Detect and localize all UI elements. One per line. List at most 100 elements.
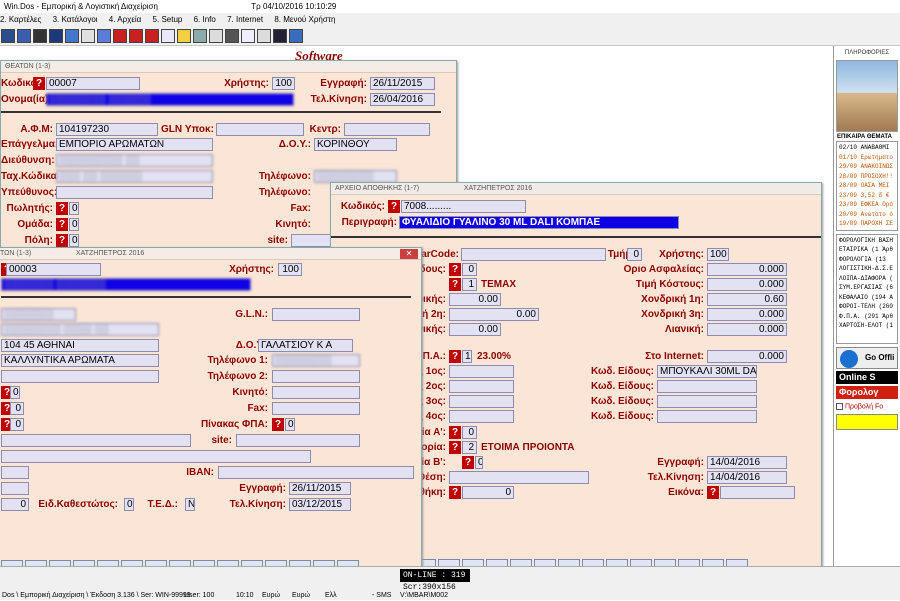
news-item[interactable]: 02/10 ΑΝΑΒΑΘΜΙ [839,143,895,153]
phone1-field[interactable]: ▒▒▒▒▒▒▒▒ [272,354,360,367]
checkbox[interactable] [836,402,843,410]
list-icon[interactable] [97,29,111,43]
warehouse-field[interactable]: 0 [462,486,514,499]
site-field[interactable] [291,234,331,247]
legal-item[interactable]: ΦΟΡΟΛΟΓΙΚΗ ΒΑΣΗ [839,236,895,246]
cost-field[interactable]: 0.000 [707,278,787,291]
category-a-field[interactable]: 0 [462,426,477,439]
seller-lookup-button[interactable]: ? [56,202,68,215]
address-field[interactable]: ▒▒▒▒▒▒▒▒▒ ▒▒ [56,154,213,167]
image-field[interactable] [720,486,795,499]
extra2-field[interactable] [1,482,29,495]
item-code3-field[interactable] [657,395,757,408]
extra-field[interactable] [1,466,29,479]
legal-item[interactable]: ΕΤΑΙΡΙΚΑ (1 Άρθ [839,245,895,255]
unit-code-field[interactable]: 1 [462,278,477,291]
barcode-field[interactable] [461,248,606,261]
item-code2-field[interactable] [657,380,757,393]
dollar2-icon[interactable] [129,29,143,43]
category-b-field[interactable]: 0 [475,456,483,469]
news-item[interactable]: 01/10 Ερωτηματο [839,153,895,163]
image-icon[interactable] [257,29,271,43]
warehouse-lookup[interactable]: ? [449,486,461,499]
site-field[interactable] [236,434,360,447]
doc-icon[interactable] [49,29,63,43]
vat-lookup[interactable]: ? [449,350,461,363]
yellow-field[interactable] [836,413,898,430]
calendar-icon[interactable] [225,29,239,43]
wholesale-field[interactable]: 0.00 [449,293,501,306]
menu-info[interactable]: 6. Info [194,15,216,24]
category-lookup[interactable]: ? [449,441,461,454]
mobile-field[interactable] [272,386,360,399]
item-code4-field[interactable] [657,410,757,423]
iban-field[interactable] [218,466,414,479]
vat-code-field[interactable]: 1 [462,350,472,363]
city-field[interactable]: 0 [69,234,79,247]
phone2-field[interactable] [272,370,360,383]
category-b-lookup[interactable]: ? [462,456,474,469]
search-icon[interactable] [241,29,255,43]
dollar3-icon[interactable] [145,29,159,43]
tax-banner[interactable]: Φορολογ [836,385,898,399]
news-item[interactable]: 28/09 ΠΡΟΣΟΧΗ!! [839,172,895,182]
category-code-field[interactable]: 2 [462,441,477,454]
category-a-lookup[interactable]: ? [449,426,461,439]
news-item[interactable]: 29/09 ΑΝΑΚΟΙΝΩΣ [839,162,895,172]
zoom-icon[interactable] [273,29,287,43]
seller-field[interactable]: 0 [10,386,20,399]
last-move-date[interactable]: 03/12/2015 [289,498,351,511]
department-field[interactable]: 0 [627,248,642,261]
news-item[interactable]: 20/09 Ανώτατο ό [839,210,895,220]
image-lookup[interactable]: ? [707,486,719,499]
name-field[interactable]: ▒▒▒▒▒▒▒ ▒▒▒▒▒▒▒ [1,278,251,291]
postal-field[interactable]: ▒▒▒ ▒▒ ▒▒▒▒▒▒ [56,170,213,183]
sheet-icon[interactable] [161,29,175,43]
city-lookup-button[interactable]: ? [56,234,68,247]
code-field[interactable]: 00007 [46,77,140,90]
notes-field[interactable] [1,450,311,463]
news-item[interactable]: 19/09 ΠΑΡΟΧΗ ΣΕ [839,219,895,229]
email-field[interactable] [1,434,191,447]
dollar-icon[interactable] [113,29,127,43]
code4-field[interactable] [449,410,514,423]
position-field[interactable] [449,471,589,484]
ted-field[interactable]: N [185,498,195,511]
legal-item[interactable]: Φ.Π.Α. (291 Άρθ [839,312,895,322]
entry-date[interactable]: 14/04/2016 [707,456,787,469]
responsible-field[interactable] [56,186,213,199]
code-field[interactable]: 00003 [6,263,101,276]
item-code-field[interactable]: 7008......... [401,200,526,213]
group-field[interactable]: 0 [69,218,79,231]
menu-cards[interactable]: 2. Καρτέλες [0,15,41,24]
user-field[interactable]: 100 [272,77,295,90]
grid-icon[interactable] [1,29,15,43]
entry-date[interactable]: 26/11/2015 [370,77,435,90]
legal-item[interactable]: ΧΑΡΤΟΣΗ-ΕΛΟΤ (1 [839,321,895,331]
fax-field[interactable] [272,402,360,415]
menu-catalogs[interactable]: 3. Κατάλογοι [53,15,98,24]
tax-office-field[interactable]: ΚΟΡΙΝΘΟΥ [314,138,397,151]
code2-field[interactable] [449,380,514,393]
city-field[interactable]: 104 45 ΑΘΗΝΑΙ [1,339,159,352]
menu-setup[interactable]: 5. Setup [153,15,183,24]
unit-lookup[interactable]: ? [449,278,461,291]
last-move-date[interactable]: 14/04/2016 [707,471,787,484]
legal-item[interactable]: ΦΟΡΟΙ-ΤΕΛΗ (260 [839,302,895,312]
close-button[interactable]: ✕ [400,249,418,259]
safety-limit-field[interactable]: 0.000 [707,263,787,276]
wholesale3-field[interactable]: 0.000 [707,308,787,321]
special-regime-field[interactable]: 0 [124,498,134,511]
legal-item[interactable]: ΣΥΜ.ΕΡΓΑΣΙΑΣ (6 [839,283,895,293]
contact-field[interactable] [1,370,159,383]
entry-date[interactable]: 26/11/2015 [289,482,351,495]
code3-field[interactable] [449,395,514,408]
kind-field[interactable]: 0 [462,263,477,276]
wholesale2-field[interactable]: 0.00 [449,308,539,321]
calc-icon[interactable] [33,29,47,43]
menu-files[interactable]: 4. Αρχεία [109,15,142,24]
profession-field[interactable]: ΚΑΛΛΥΝΤΙΚΑ ΑΡΩΜΑΤΑ [1,354,159,367]
name-field[interactable]: ▒▒▒▒▒▒▒▒ ▒▒▒▒▒▒ [46,93,294,106]
legal-item[interactable]: ΦΟΡΟΛΟΓΙΑ (13 [839,255,895,265]
news-item[interactable]: 23/09 ΕΦΚΕΑ Ορό [839,200,895,210]
